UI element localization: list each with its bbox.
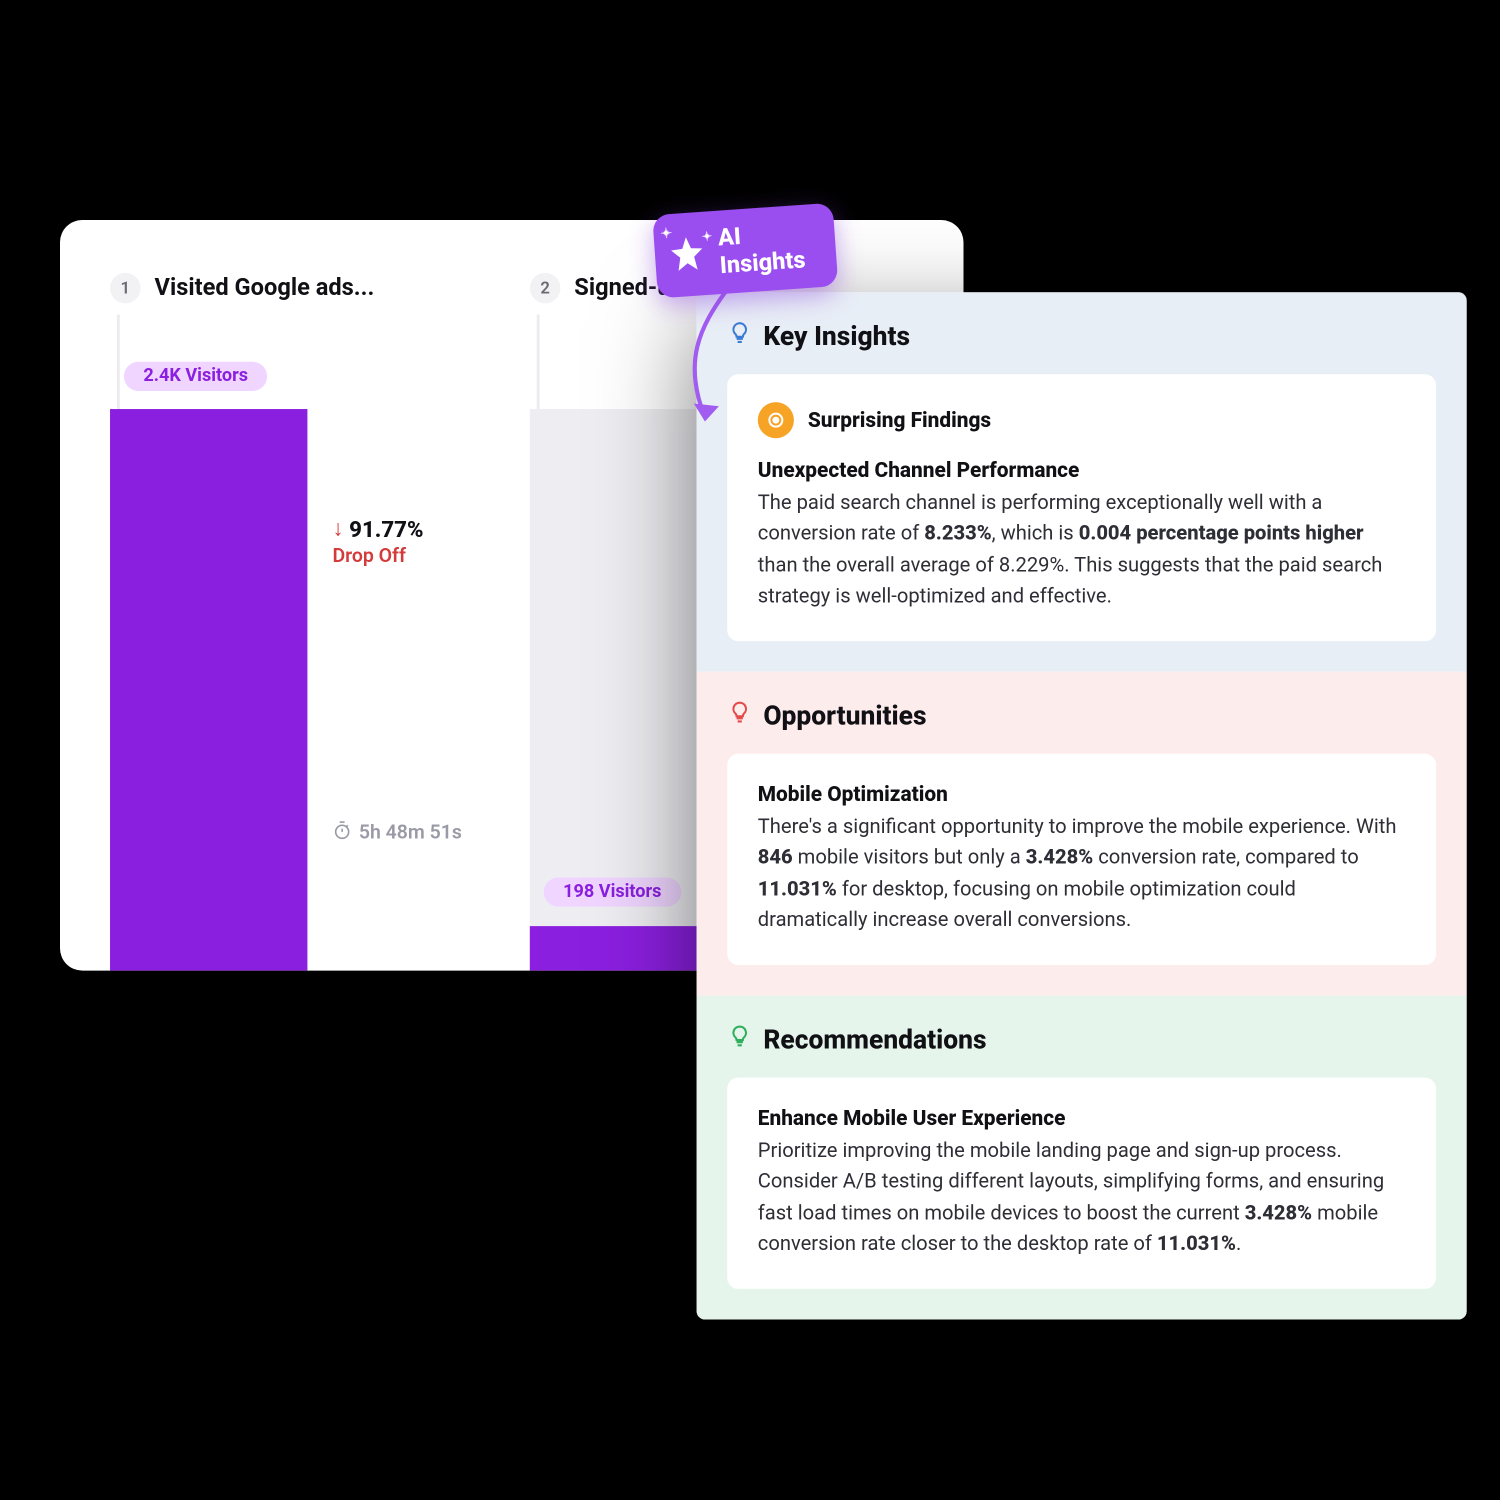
section-heading: Key Insights (763, 320, 910, 352)
card-body: The paid search channel is performing ex… (758, 488, 1406, 613)
visitor-pill: 2.4K Visitors (124, 362, 268, 391)
bar-track (110, 409, 307, 971)
insight-card[interactable]: Surprising Findings Unexpected Channel P… (727, 374, 1436, 641)
card-title: Mobile Optimization (758, 781, 1406, 806)
step-number: 1 (110, 273, 141, 304)
insight-card[interactable]: Enhance Mobile User Experience Prioritiz… (727, 1077, 1436, 1288)
dropoff-info: ↓ 91.77% Drop Off (332, 515, 423, 568)
card-body: There's a significant opportunity to imp… (758, 812, 1406, 937)
avg-time-value: 5h 48m 51s (359, 822, 462, 844)
lightbulb-icon (727, 699, 752, 731)
ai-badge-label: AI Insights (717, 218, 815, 280)
card-title: Unexpected Channel Performance (758, 458, 1406, 483)
funnel-bar[interactable] (110, 409, 307, 971)
ai-insights-badge[interactable]: ✦ ✦ AI Insights (652, 203, 838, 299)
insight-card[interactable]: Mobile Optimization There's a significan… (727, 754, 1436, 965)
star-icon: ✦ ✦ (664, 228, 709, 281)
key-insights-section: Key Insights Surprising Findings Unexpec… (697, 292, 1467, 671)
visitor-pill: 198 Visitors (544, 877, 681, 906)
card-title: Enhance Mobile User Experience (758, 1105, 1406, 1130)
avg-time: 5h 48m 51s (332, 820, 461, 845)
insights-panel: Key Insights Surprising Findings Unexpec… (697, 292, 1467, 1319)
section-heading: Opportunities (763, 699, 926, 731)
card-tag: Surprising Findings (808, 408, 991, 433)
arrow-curve-icon (644, 278, 769, 445)
step-number: 2 (530, 273, 561, 304)
stopwatch-icon (332, 820, 351, 845)
dropoff-label: Drop Off (332, 545, 423, 567)
step-title: Visited Google ads... (155, 274, 375, 302)
section-heading: Recommendations (763, 1023, 986, 1055)
funnel-step-1[interactable]: 1 Visited Google ads... 2.4K Visitors ↓ … (110, 273, 494, 971)
lightbulb-icon (727, 1023, 752, 1055)
dropoff-percent: 91.77% (349, 515, 423, 541)
recommendations-section: Recommendations Enhance Mobile User Expe… (697, 995, 1467, 1319)
card-body: Prioritize improving the mobile landing … (758, 1136, 1406, 1261)
arrow-down-icon: ↓ (332, 515, 343, 543)
opportunities-section: Opportunities Mobile Optimization There'… (697, 672, 1467, 996)
